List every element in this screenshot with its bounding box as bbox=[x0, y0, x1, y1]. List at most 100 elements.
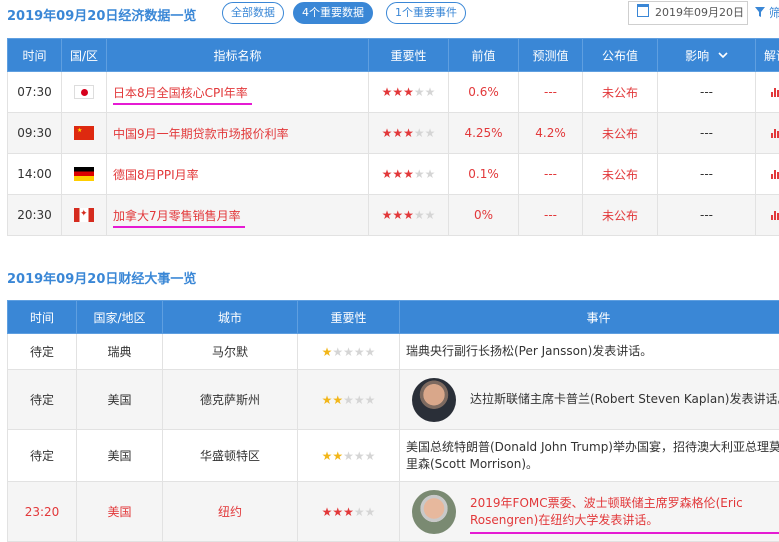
table-row[interactable]: 09:30 ★ 中国9月一年期贷款市场报价利率 ★★★★★ 4.25% 4.2%… bbox=[8, 113, 779, 154]
interpretation-cell[interactable] bbox=[756, 154, 779, 195]
avatar bbox=[412, 378, 456, 422]
importance-stars: ★★★★★ bbox=[298, 482, 400, 542]
filter-important-event-button[interactable]: 1个重要事件 bbox=[386, 2, 466, 24]
event-city: 马尔默 bbox=[163, 334, 298, 370]
china-flag-icon: ★ bbox=[74, 126, 94, 140]
impact-value: --- bbox=[658, 195, 756, 236]
table-row[interactable]: 20:30 ✦ 加拿大7月零售销售月率 ★★★★★ 0% --- 未公布 --- bbox=[8, 195, 779, 236]
table-row[interactable]: 待定 瑞典 马尔默 ★★★★★ 瑞典央行副行长扬松(Per Jansson)发表… bbox=[8, 334, 779, 370]
indicator-link[interactable]: 日本8月全国核心CPI年率 bbox=[107, 72, 369, 113]
row-time: 07:30 bbox=[8, 72, 62, 113]
event-time: 待定 bbox=[8, 430, 77, 482]
col-actual: 公布值 bbox=[583, 39, 658, 72]
col-time: 时间 bbox=[8, 39, 62, 72]
importance-stars: ★★★★★ bbox=[369, 72, 449, 113]
forecast-value: --- bbox=[519, 72, 583, 113]
filter-button[interactable]: 筛 bbox=[755, 4, 779, 21]
event-country: 瑞典 bbox=[77, 334, 163, 370]
event-city: 纽约 bbox=[163, 482, 298, 542]
date-value: 2019年09月20日 bbox=[655, 6, 744, 19]
forecast-value: 4.2% bbox=[519, 113, 583, 154]
events-section-title: 2019年09月20日财经大事一览 bbox=[7, 268, 196, 287]
bar-chart-icon bbox=[771, 129, 779, 138]
event-city: 华盛顿特区 bbox=[163, 430, 298, 482]
actual-value: 未公布 bbox=[583, 72, 658, 113]
filter-important-data-button[interactable]: 4个重要数据 bbox=[293, 2, 373, 24]
filter-all-button[interactable]: 全部数据 bbox=[222, 2, 284, 24]
col-impact[interactable]: 影响 bbox=[658, 39, 756, 72]
importance-stars: ★★★★★ bbox=[298, 334, 400, 370]
table-header-row: 时间 国/区 指标名称 重要性 前值 预测值 公布值 影响 解读 bbox=[8, 39, 779, 72]
col-country: 国家/地区 bbox=[77, 301, 163, 334]
importance-stars: ★★★★★ bbox=[298, 370, 400, 430]
event-description: 美国总统特朗普(Donald John Trump)举办国宴，招待澳大利亚总理莫… bbox=[400, 430, 779, 482]
actual-value: 未公布 bbox=[583, 113, 658, 154]
importance-stars: ★★★★★ bbox=[369, 195, 449, 236]
indicator-link[interactable]: 中国9月一年期贷款市场报价利率 bbox=[107, 113, 369, 154]
calendar-icon bbox=[637, 4, 649, 17]
previous-value: 4.25% bbox=[449, 113, 519, 154]
canada-flag-icon: ✦ bbox=[74, 208, 94, 222]
table-row[interactable]: 14:00 德国8月PPI月率 ★★★★★ 0.1% --- 未公布 --- bbox=[8, 154, 779, 195]
indicator-link[interactable]: 德国8月PPI月率 bbox=[107, 154, 369, 195]
bar-chart-icon bbox=[771, 211, 779, 220]
col-interpretation: 解读 bbox=[756, 39, 779, 72]
importance-stars: ★★★★★ bbox=[298, 430, 400, 482]
table-row[interactable]: 待定 美国 德克萨斯州 ★★★★★ 达拉斯联储主席卡普兰(Robert Stev… bbox=[8, 370, 779, 430]
col-importance: 重要性 bbox=[298, 301, 400, 334]
bar-chart-icon bbox=[771, 88, 779, 97]
table-row[interactable]: 23:20 美国 纽约 ★★★★★ 2019年FOMC票委、波士顿联储主席罗森格… bbox=[8, 482, 779, 542]
flag-cell: ✦ bbox=[62, 195, 107, 236]
row-time: 09:30 bbox=[8, 113, 62, 154]
avatar bbox=[412, 490, 456, 534]
event-country: 美国 bbox=[77, 430, 163, 482]
row-time: 20:30 bbox=[8, 195, 62, 236]
page-title: 2019年09月20日经济数据一览 bbox=[7, 5, 196, 24]
event-description: 达拉斯联储主席卡普兰(Robert Steven Kaplan)发表讲话。 bbox=[400, 370, 779, 430]
previous-value: 0% bbox=[449, 195, 519, 236]
table-row[interactable]: 待定 美国 华盛顿特区 ★★★★★ 美国总统特朗普(Donald John Tr… bbox=[8, 430, 779, 482]
date-picker[interactable]: 2019年09月20日 bbox=[628, 1, 748, 25]
actual-value: 未公布 bbox=[583, 154, 658, 195]
funnel-icon bbox=[755, 7, 765, 17]
importance-stars: ★★★★★ bbox=[369, 113, 449, 154]
interpretation-cell[interactable] bbox=[756, 113, 779, 154]
table-header-row: 时间 国家/地区 城市 重要性 事件 bbox=[8, 301, 779, 334]
event-country: 美国 bbox=[77, 482, 163, 542]
bar-chart-icon bbox=[771, 170, 779, 179]
event-time: 待定 bbox=[8, 334, 77, 370]
germany-flag-icon bbox=[74, 167, 94, 181]
filter-label: 筛 bbox=[769, 6, 779, 20]
previous-value: 0.6% bbox=[449, 72, 519, 113]
interpretation-cell[interactable] bbox=[756, 195, 779, 236]
indicator-link[interactable]: 加拿大7月零售销售月率 bbox=[107, 195, 369, 236]
col-previous: 前值 bbox=[449, 39, 519, 72]
economic-data-table: 时间 国/区 指标名称 重要性 前值 预测值 公布值 影响 解读 07:30 日… bbox=[7, 38, 779, 236]
event-time: 23:20 bbox=[8, 482, 77, 542]
event-time: 待定 bbox=[8, 370, 77, 430]
forecast-value: --- bbox=[519, 195, 583, 236]
events-table: 时间 国家/地区 城市 重要性 事件 待定 瑞典 马尔默 ★★★★★ 瑞典央行副… bbox=[7, 300, 779, 542]
flag-cell bbox=[62, 154, 107, 195]
forecast-value: --- bbox=[519, 154, 583, 195]
importance-stars: ★★★★★ bbox=[369, 154, 449, 195]
event-country: 美国 bbox=[77, 370, 163, 430]
actual-value: 未公布 bbox=[583, 195, 658, 236]
previous-value: 0.1% bbox=[449, 154, 519, 195]
impact-value: --- bbox=[658, 72, 756, 113]
japan-flag-icon bbox=[74, 85, 94, 99]
impact-value: --- bbox=[658, 154, 756, 195]
table-row[interactable]: 07:30 日本8月全国核心CPI年率 ★★★★★ 0.6% --- 未公布 -… bbox=[8, 72, 779, 113]
event-description: 瑞典央行副行长扬松(Per Jansson)发表讲话。 bbox=[400, 334, 779, 370]
col-city: 城市 bbox=[163, 301, 298, 334]
col-forecast: 预测值 bbox=[519, 39, 583, 72]
flag-cell bbox=[62, 72, 107, 113]
event-description: 2019年FOMC票委、波士顿联储主席罗森格伦(Eric Rosengren)在… bbox=[400, 482, 779, 542]
top-bar: 2019年09月20日经济数据一览 全部数据 4个重要数据 1个重要事件 201… bbox=[0, 0, 779, 28]
flag-cell: ★ bbox=[62, 113, 107, 154]
col-indicator: 指标名称 bbox=[107, 39, 369, 72]
col-region: 国/区 bbox=[62, 39, 107, 72]
event-city: 德克萨斯州 bbox=[163, 370, 298, 430]
chevron-down-icon bbox=[718, 52, 728, 59]
interpretation-cell[interactable] bbox=[756, 72, 779, 113]
